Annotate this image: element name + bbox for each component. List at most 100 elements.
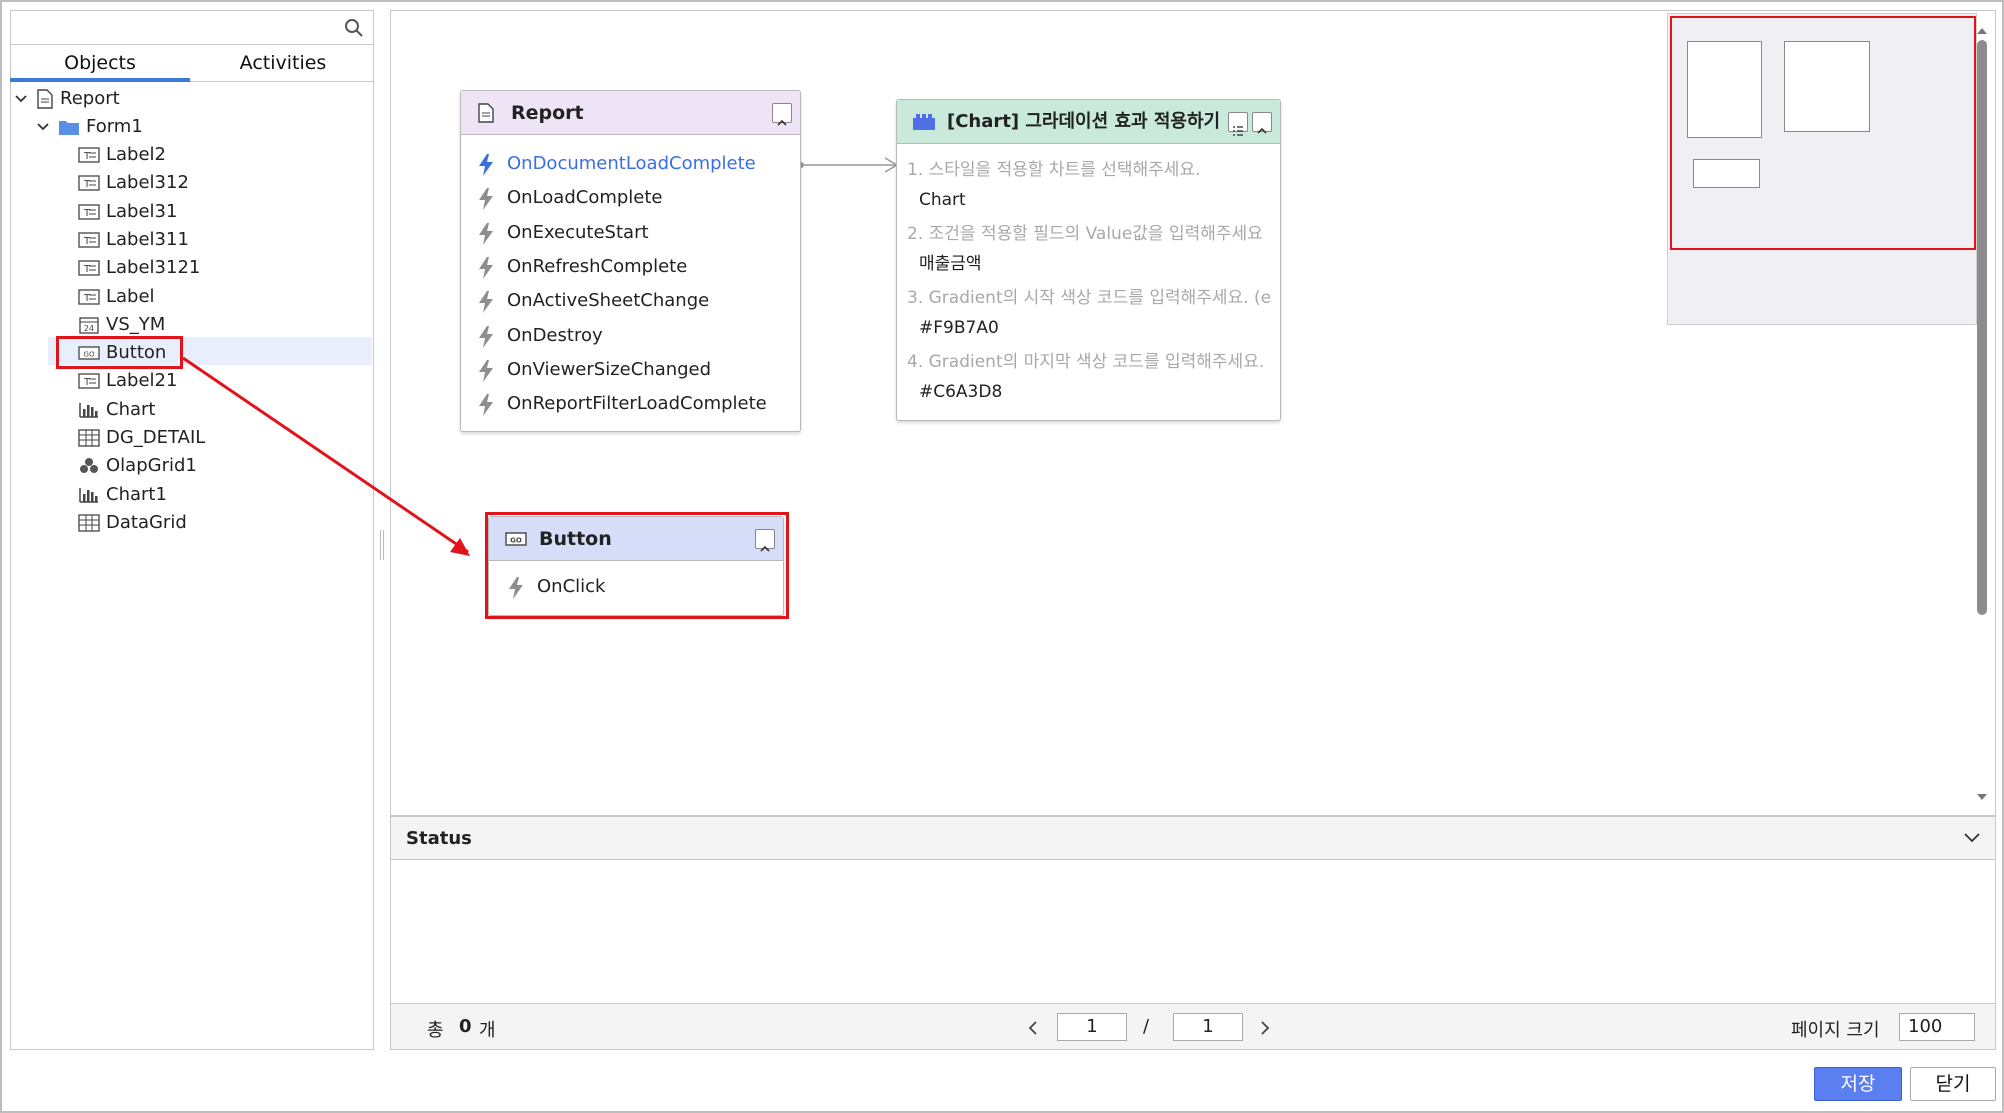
tree-item[interactable]: DataGrid (78, 509, 187, 537)
tab-objects[interactable]: Objects (10, 48, 190, 82)
chevron-down-icon[interactable] (1963, 831, 1981, 845)
tree-item[interactable]: 24 VS_YM (78, 311, 165, 339)
search-input[interactable] (17, 15, 327, 41)
status-footer: 총 0 개 1 / 1 페이지 크기 100 (391, 1003, 1995, 1049)
tab-activities[interactable]: Activities (192, 48, 374, 82)
chevron-up-icon (777, 119, 787, 126)
page-total: 1 (1173, 1013, 1243, 1041)
chart-activity-card[interactable]: [Chart] 그라데이션 효과 적용하기 1. 스타일을 적용할 차트를 선택… (896, 99, 1281, 421)
tree-item-label: Label2 (106, 144, 167, 165)
tree-item-label: Label21 (106, 370, 178, 392)
lightning-icon (479, 222, 493, 245)
scroll-down-icon[interactable] (1975, 792, 1989, 802)
search-box[interactable] (10, 10, 374, 45)
scrollbar-thumb[interactable] (1977, 40, 1987, 615)
param-prompt: 1. 스타일을 적용할 차트를 선택해주세요. (907, 160, 1201, 180)
lightning-icon (479, 256, 493, 279)
tree-item-label: Chart (106, 398, 156, 420)
tree-item-label: Label3121 (106, 257, 201, 279)
tree-item[interactable]: T Label21 (78, 367, 177, 395)
chevron-down-icon[interactable] (36, 120, 50, 134)
tree-item[interactable]: DG_DETAIL (78, 424, 205, 452)
grid-icon (78, 512, 106, 533)
chart-icon (78, 484, 106, 505)
page-current-input[interactable]: 1 (1057, 1013, 1127, 1041)
page-separator: / (1143, 1016, 1150, 1037)
tree-item[interactable]: T Label3121 (78, 254, 200, 282)
event-label: OnLoadComplete (507, 187, 663, 209)
prev-page-icon[interactable] (1027, 1020, 1039, 1036)
param-prompt: 2. 조건을 적용할 필드의 Value값을 입력해주세요 (907, 224, 1263, 244)
minimap-viewport[interactable] (1670, 16, 1976, 250)
vertical-scrollbar[interactable] (1975, 28, 1989, 810)
event-label: OnActiveSheetChange (507, 290, 710, 312)
status-title: Status (406, 828, 472, 849)
tree-item[interactable]: Chart1 (78, 481, 167, 509)
label-icon: T (78, 144, 106, 165)
panel-splitter[interactable] (380, 530, 384, 560)
close-button[interactable]: 닫기 (1910, 1067, 1996, 1101)
list-icon (1233, 126, 1243, 136)
event-label: OnRefreshComplete (507, 255, 688, 277)
chart-card-header: [Chart] 그라데이션 효과 적용하기 (897, 100, 1280, 144)
param-value[interactable]: #F9B7A0 (919, 314, 999, 342)
card-title: Report (511, 102, 584, 124)
folder-icon (59, 121, 79, 135)
tree-item[interactable]: T Label31 (78, 198, 177, 226)
chevron-up-icon (1257, 127, 1267, 134)
collapse-button[interactable] (772, 103, 792, 126)
save-button[interactable]: 저장 (1814, 1067, 1902, 1101)
lightning-icon (479, 291, 493, 314)
tree-item[interactable]: T Label312 (78, 169, 189, 197)
search-icon[interactable] (343, 17, 365, 39)
param-value[interactable]: Chart (919, 186, 966, 214)
page-size-label: 페이지 크기 (1791, 1020, 1880, 1041)
tree-item[interactable]: T Label (78, 283, 155, 311)
calendar-icon: 24 (78, 314, 106, 335)
collapse-button[interactable] (1252, 112, 1272, 134)
event-label: OnViewerSizeChanged (507, 358, 712, 380)
tree-item-label: DG_DETAIL (106, 427, 206, 448)
card-title: [Chart] 그라데이션 효과 적용하기 (947, 111, 1221, 132)
status-panel: Status 총 0 개 1 / 1 페이지 크기 100 (390, 816, 1996, 1050)
tree-item-label: Chart1 (106, 483, 167, 505)
tree-item[interactable]: Chart (78, 396, 155, 424)
param-prompt: 3. Gradient의 시작 색상 코드를 입력해주세요. (e (907, 288, 1272, 308)
param-value[interactable]: #C6A3D8 (919, 378, 1002, 406)
label-icon: T (78, 229, 106, 250)
grid-icon (78, 427, 106, 448)
highlight-box-tree-button (56, 336, 183, 369)
lightning-icon (479, 394, 493, 417)
tree-item-label: Label311 (106, 228, 189, 250)
tree-item-label: VS_YM (106, 313, 166, 335)
label-icon: T (78, 201, 106, 222)
chevron-down-icon[interactable] (14, 92, 28, 106)
event-label: OnExecuteStart (507, 221, 649, 243)
label-icon: T (78, 286, 106, 307)
param-prompt: 4. Gradient의 마지막 색상 코드를 입력해주세요. (907, 352, 1265, 372)
scroll-up-icon[interactable] (1975, 26, 1989, 36)
blocks-icon (913, 114, 935, 130)
report-event-card[interactable]: Report OnDocumentLoadComplete OnLoadCompl… (460, 90, 801, 432)
chart-icon (78, 399, 106, 420)
page-size-input[interactable]: 100 (1899, 1013, 1975, 1041)
svg-text:24: 24 (84, 324, 94, 333)
olap-icon (78, 455, 106, 476)
next-page-icon[interactable] (1259, 1020, 1271, 1036)
report-card-header: Report (461, 91, 800, 135)
panel-tabs: Objects Activities (10, 48, 374, 82)
lightning-icon (479, 188, 493, 211)
tree-label: Form1 (86, 116, 143, 137)
tree-item[interactable]: T Label2 (78, 141, 166, 169)
status-header[interactable]: Status (391, 817, 1995, 860)
lightning-icon (479, 154, 493, 176)
tree-item[interactable]: T Label311 (78, 226, 189, 254)
tree-item-label: OlapGrid1 (106, 455, 197, 477)
tree-item-label: Label31 (106, 200, 178, 222)
minimap[interactable] (1667, 13, 1977, 325)
event-label: OnReportFilterLoadComplete (507, 393, 767, 415)
tree-item[interactable]: OlapGrid1 (78, 452, 197, 480)
list-view-button[interactable] (1228, 112, 1248, 136)
total-count: 0 (459, 1016, 472, 1037)
param-value[interactable]: 매출금액 (919, 250, 982, 278)
